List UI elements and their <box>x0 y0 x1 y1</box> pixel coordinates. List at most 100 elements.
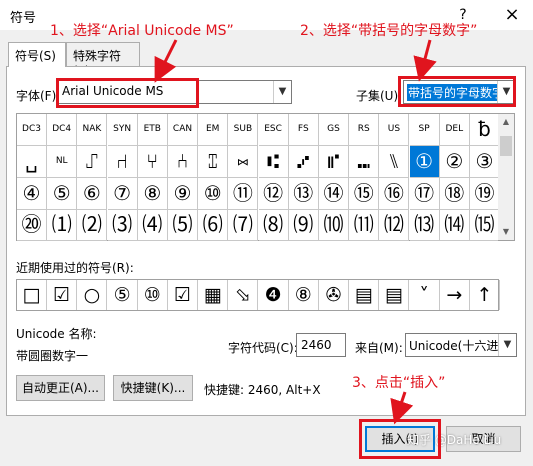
symbol-cell[interactable]: ⑧ <box>137 177 168 210</box>
symbol-cell[interactable]: SUB <box>228 114 259 146</box>
symbol-cell[interactable]: CAN <box>168 114 198 146</box>
symbol-cell[interactable]: ⑫ <box>258 177 289 210</box>
recent-symbol-cell[interactable]: ✇ <box>319 280 349 310</box>
symbol-cell[interactable]: ⑀ <box>77 145 108 178</box>
symbol-cell[interactable]: ⑃ <box>168 145 198 178</box>
symbol-cell[interactable]: ⑴ <box>47 209 78 242</box>
recent-symbol-cell[interactable]: ▤ <box>349 280 380 310</box>
recent-symbol-cell[interactable]: ☑ <box>168 280 198 310</box>
recent-symbol-cell[interactable]: ▦ <box>198 280 229 310</box>
symbol-cell[interactable]: ⑪ <box>228 177 259 210</box>
symbol-cell[interactable]: ⑬ <box>288 177 319 210</box>
symbol-cell[interactable]: ⑊ <box>379 145 410 178</box>
symbol-cell[interactable]: ⑮ <box>349 177 380 210</box>
symbol-cell[interactable]: ⑁ <box>107 145 138 178</box>
symbol-cell[interactable]: DC3 <box>17 114 47 146</box>
close-icon[interactable]: × <box>500 3 524 27</box>
tab-symbols[interactable]: 符号(S) <box>8 42 66 67</box>
symbol-cell[interactable]: ETB <box>137 114 168 146</box>
symbol-cell[interactable]: GS <box>319 114 349 146</box>
symbol-cell[interactable]: ⑲ <box>470 177 500 210</box>
symbol-cell[interactable]: ⑤ <box>47 177 78 210</box>
symbol-cell[interactable]: ⑸ <box>168 209 198 242</box>
chevron-down-icon[interactable]: ▼ <box>498 334 516 356</box>
scroll-down-icon[interactable]: ▼ <box>498 224 514 240</box>
shortcut-key-button[interactable]: 快捷键(K)... <box>113 375 193 401</box>
symbol-cell[interactable]: ⑶ <box>107 209 138 242</box>
symbol-cell[interactable]: ⒀ <box>409 209 440 242</box>
symbol-cell[interactable]: ⑿ <box>379 209 410 242</box>
symbol-cell[interactable]: NAK <box>77 114 108 146</box>
symbol-cell[interactable]: ESC <box>258 114 289 146</box>
symbol-cell[interactable]: EM <box>198 114 229 146</box>
char-code-input[interactable]: 2460 <box>296 333 346 357</box>
symbol-cell[interactable]: ⑺ <box>228 209 259 242</box>
recent-symbol-cell[interactable]: ⑩ <box>138 280 168 310</box>
recent-symbol-cell[interactable]: ⬂ <box>228 280 259 310</box>
symbol-cell[interactable]: ␣ <box>17 145 47 178</box>
recent-symbol-cell[interactable]: ˅ <box>410 280 440 310</box>
recent-symbol-cell[interactable]: ⑤ <box>108 280 138 310</box>
symbol-cell[interactable]: SYN <box>107 114 138 146</box>
symbol-cell[interactable]: ⑈ <box>319 145 349 178</box>
symbol-cell[interactable]: ⒂ <box>470 209 500 242</box>
symbol-cell[interactable]: ⑥ <box>77 177 108 210</box>
recent-symbol-cell[interactable]: ❹ <box>259 280 289 310</box>
symbol-cell[interactable]: ⑦ <box>107 177 138 210</box>
symbol-cell[interactable]: ⑉ <box>349 145 380 178</box>
symbol-cell[interactable]: ⑱ <box>439 177 470 210</box>
symbol-cell[interactable]: ② <box>439 145 470 178</box>
symbol-cell[interactable]: ⑂ <box>137 145 168 178</box>
symbol-cell[interactable]: ⑇ <box>288 145 319 178</box>
subset-label: 子集(U): <box>356 89 403 103</box>
shortcut-text: 快捷键: 2460, Alt+X <box>204 383 321 397</box>
symbol-cell[interactable]: ⑷ <box>137 209 168 242</box>
scroll-up-icon[interactable]: ▲ <box>498 114 514 130</box>
tab-special-characters[interactable]: 特殊字符(P) <box>66 42 140 78</box>
symbol-cell[interactable]: ③ <box>470 145 500 178</box>
symbol-grid-scrollbar[interactable]: ▲ ▼ <box>498 113 515 241</box>
symbol-cell[interactable]: ⑆ <box>258 145 289 178</box>
symbol-cell[interactable]: ⑹ <box>198 209 229 242</box>
recent-symbol-cell[interactable]: ↑ <box>470 280 500 310</box>
recent-symbol-cell[interactable]: ⑧ <box>289 280 319 310</box>
symbol-cell[interactable]: ⒁ <box>439 209 470 242</box>
scroll-thumb[interactable] <box>500 136 512 156</box>
recent-symbol-cell[interactable]: ☑ <box>47 280 78 310</box>
recent-symbol-cell[interactable]: → <box>440 280 470 310</box>
symbol-cell[interactable]: NL <box>47 145 78 178</box>
symbol-cell[interactable]: ⑄ <box>198 145 229 178</box>
symbol-cell[interactable]: ⑼ <box>288 209 319 242</box>
symbol-cell[interactable]: ⑯ <box>379 177 410 210</box>
recent-label: 近期使用过的符号(R): <box>16 261 134 275</box>
symbol-cell[interactable]: RS <box>349 114 380 146</box>
recent-symbol-cell[interactable]: ▤ <box>379 280 410 310</box>
symbol-cell[interactable]: ƀ <box>470 114 500 146</box>
symbol-cell[interactable]: FS <box>288 114 319 146</box>
symbol-cell[interactable]: SP <box>409 114 440 146</box>
symbol-cell[interactable]: ⑻ <box>258 209 289 242</box>
recent-symbols: □ ☑ ○ ⑤ ⑩ ☑ ▦ ⬂ ❹ ⑧ ✇ ▤ ▤ ˅ → ↑ <box>16 279 500 311</box>
symbol-cell[interactable]: ⑳ <box>17 209 47 242</box>
symbol-cell[interactable]: ④ <box>17 177 47 210</box>
recent-symbol-cell[interactable]: ○ <box>77 280 108 310</box>
chevron-down-icon[interactable]: ▼ <box>497 81 515 103</box>
symbol-cell[interactable]: ⑽ <box>319 209 349 242</box>
symbol-cell[interactable]: DEL <box>439 114 470 146</box>
symbol-cell[interactable]: ⑾ <box>349 209 380 242</box>
chevron-down-icon[interactable]: ▼ <box>273 81 291 103</box>
symbol-cell[interactable]: ⑵ <box>77 209 108 242</box>
symbol-cell[interactable]: ① <box>409 145 440 178</box>
symbol-cell[interactable]: ⑩ <box>198 177 229 210</box>
from-combobox[interactable]: Unicode(十六进 ▼ <box>405 333 517 357</box>
autocorrect-button[interactable]: 自动更正(A)... <box>16 375 105 401</box>
symbol-cell[interactable]: DC4 <box>47 114 78 146</box>
symbol-cell[interactable]: ⑨ <box>168 177 198 210</box>
symbol-cell[interactable]: ⑭ <box>319 177 349 210</box>
recent-symbol-cell[interactable]: □ <box>17 280 47 310</box>
symbol-cell[interactable]: ⑅ <box>228 145 259 178</box>
symbol-cell[interactable]: ⑰ <box>409 177 440 210</box>
symbol-cell[interactable]: US <box>379 114 410 146</box>
subset-combobox[interactable]: 带括号的字母数字 ▼ <box>403 80 516 104</box>
font-combobox[interactable]: Arial Unicode MS ▼ <box>58 80 292 104</box>
